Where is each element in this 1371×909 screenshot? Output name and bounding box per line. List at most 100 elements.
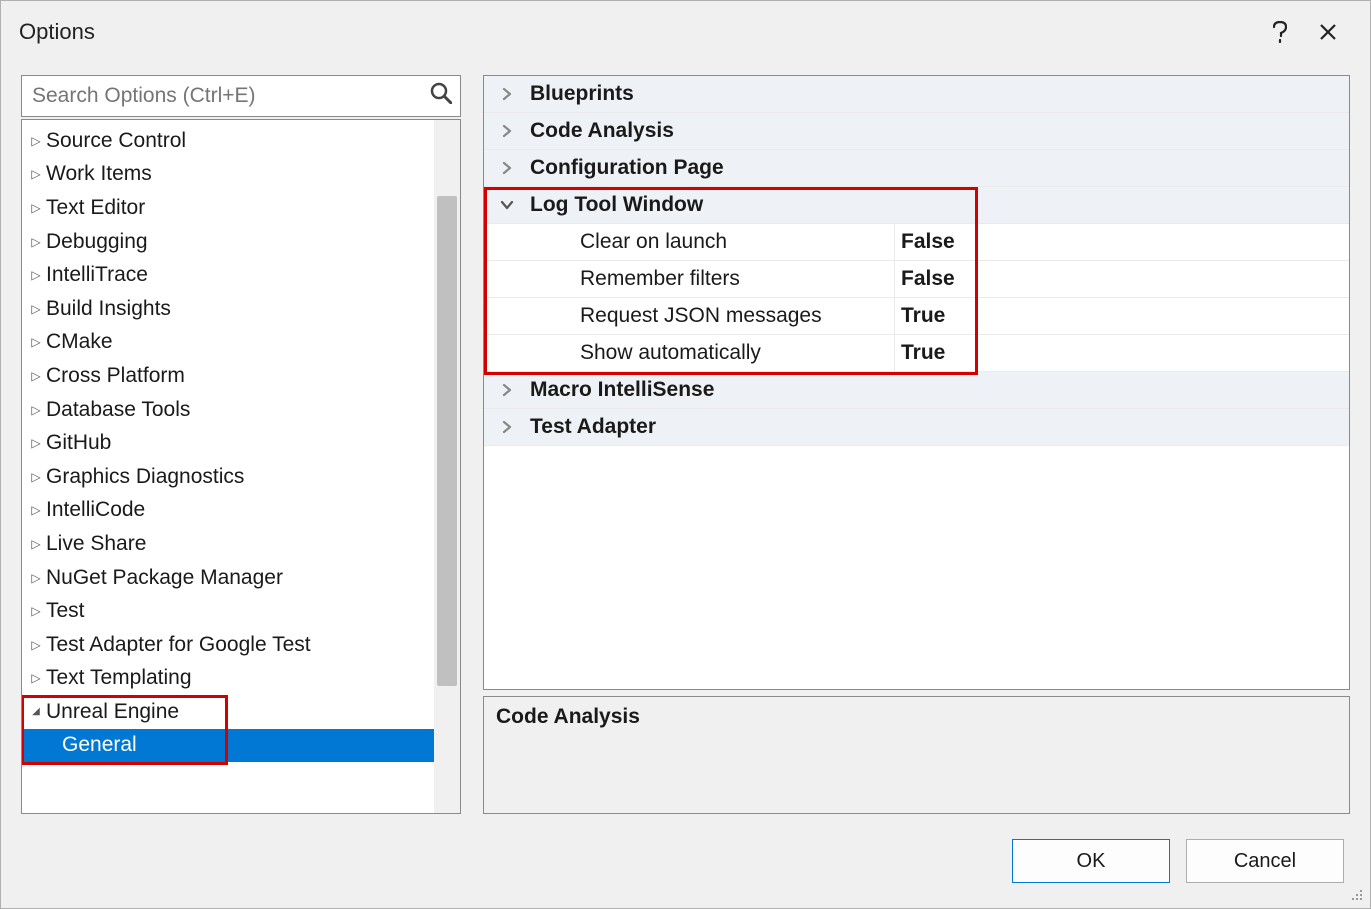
- tree-item[interactable]: ◢Unreal Engine: [22, 695, 460, 729]
- tree-item[interactable]: ▷Cross Platform: [22, 359, 460, 393]
- property-row[interactable]: Remember filtersFalse: [484, 261, 1349, 298]
- resize-grip[interactable]: [1350, 888, 1366, 904]
- property-category-label: Configuration Page: [530, 156, 1349, 180]
- caret-right-icon: ▷: [28, 201, 44, 215]
- tree-item[interactable]: ▷Test Adapter for Google Test: [22, 628, 460, 662]
- property-label: Remember filters: [530, 267, 894, 291]
- caret-right-icon: ▷: [28, 638, 44, 652]
- property-label: Request JSON messages: [530, 304, 894, 328]
- caret-right-icon: ▷: [28, 470, 44, 484]
- caret-right-icon: ▷: [28, 537, 44, 551]
- help-icon: [1273, 21, 1287, 43]
- property-category[interactable]: Macro IntelliSense: [484, 372, 1349, 409]
- caret-right-icon: ▷: [28, 671, 44, 685]
- caret-right-icon: ▷: [28, 335, 44, 349]
- tree-item[interactable]: General: [22, 729, 460, 763]
- tree-item[interactable]: ▷NuGet Package Manager: [22, 561, 460, 595]
- caret-right-icon: ▷: [28, 268, 44, 282]
- tree-item-label: GitHub: [46, 431, 111, 455]
- property-value[interactable]: True: [894, 335, 1349, 371]
- close-icon: [1319, 23, 1337, 41]
- tree-item[interactable]: ▷Database Tools: [22, 393, 460, 427]
- tree-item[interactable]: ▷Source Control: [22, 124, 460, 158]
- tree-item-label: NuGet Package Manager: [46, 566, 283, 590]
- tree-item-label: Build Insights: [46, 297, 171, 321]
- tree-item-label: IntelliCode: [46, 498, 145, 522]
- property-category-label: Blueprints: [530, 82, 1349, 106]
- caret-right-icon: ▷: [28, 403, 44, 417]
- chevron-down-icon: [484, 197, 530, 213]
- tree-item[interactable]: ▷IntelliCode: [22, 494, 460, 528]
- tree-item-label: Test Adapter for Google Test: [46, 633, 311, 657]
- property-grid: Blueprints Code Analysis Configuration Pag…: [483, 75, 1350, 690]
- property-category[interactable]: Test Adapter: [484, 409, 1349, 446]
- caret-right-icon: ▷: [28, 436, 44, 450]
- tree-item[interactable]: ▷Graphics Diagnostics: [22, 460, 460, 494]
- caret-right-icon: ▷: [28, 167, 44, 181]
- property-description: Code Analysis: [483, 696, 1350, 814]
- tree-item[interactable]: ▷Test: [22, 594, 460, 628]
- tree-item-label: CMake: [46, 330, 113, 354]
- tree-item[interactable]: ▷IntelliTrace: [22, 258, 460, 292]
- tree-item-label: General: [62, 733, 137, 757]
- chevron-right-icon: [484, 419, 530, 435]
- property-value[interactable]: False: [894, 261, 1349, 297]
- tree-item-label: Graphics Diagnostics: [46, 465, 244, 489]
- property-category-label: Code Analysis: [530, 119, 1349, 143]
- tree-scroll-thumb[interactable]: [437, 196, 457, 686]
- property-row[interactable]: Show automaticallyTrue: [484, 335, 1349, 372]
- caret-right-icon: ▷: [28, 134, 44, 148]
- tree-item-label: Work Items: [46, 162, 152, 186]
- tree-item[interactable]: ▷Text Templating: [22, 662, 460, 696]
- chevron-right-icon: [484, 123, 530, 139]
- cancel-label: Cancel: [1234, 850, 1296, 873]
- dialog-title: Options: [19, 19, 95, 45]
- close-button[interactable]: [1304, 12, 1352, 52]
- dialog-footer: OK Cancel: [1, 814, 1370, 908]
- tree-item-label: Live Share: [46, 532, 146, 556]
- search-input[interactable]: [32, 84, 430, 108]
- titlebar: Options: [1, 1, 1370, 63]
- caret-right-icon: ▷: [28, 369, 44, 383]
- caret-right-icon: ▷: [28, 302, 44, 316]
- search-box[interactable]: [21, 75, 461, 117]
- property-row[interactable]: Clear on launchFalse: [484, 224, 1349, 261]
- tree-item[interactable]: ▷Live Share: [22, 527, 460, 561]
- search-icon: [430, 82, 452, 110]
- tree-item-label: Source Control: [46, 129, 186, 153]
- tree-item[interactable]: ▷CMake: [22, 326, 460, 360]
- tree-item-label: Text Editor: [46, 196, 145, 220]
- tree-item[interactable]: ▷GitHub: [22, 426, 460, 460]
- property-category[interactable]: Log Tool Window: [484, 187, 1349, 224]
- right-panel: Blueprints Code Analysis Configuration Pag…: [483, 75, 1350, 814]
- property-row[interactable]: Request JSON messagesTrue: [484, 298, 1349, 335]
- property-category-label: Macro IntelliSense: [530, 378, 1349, 402]
- chevron-right-icon: [484, 86, 530, 102]
- content-area: ▷Source Control▷Work Items▷Text Editor▷D…: [1, 63, 1370, 814]
- caret-right-icon: ▷: [28, 604, 44, 618]
- tree-item[interactable]: ▷Build Insights: [22, 292, 460, 326]
- tree-scrollbar[interactable]: [434, 120, 460, 813]
- chevron-right-icon: [484, 160, 530, 176]
- tree-item-label: Database Tools: [46, 398, 190, 422]
- property-category-label: Test Adapter: [530, 415, 1349, 439]
- tree-item[interactable]: ▷Text Editor: [22, 191, 460, 225]
- help-button[interactable]: [1256, 12, 1304, 52]
- cancel-button[interactable]: Cancel: [1186, 839, 1344, 883]
- property-label: Clear on launch: [530, 230, 894, 254]
- property-category-label: Log Tool Window: [530, 193, 1349, 217]
- chevron-right-icon: [484, 382, 530, 398]
- tree-item-label: Debugging: [46, 230, 148, 254]
- tree-item-label: Unreal Engine: [46, 700, 179, 724]
- tree-item[interactable]: ▷Debugging: [22, 225, 460, 259]
- property-value[interactable]: True: [894, 298, 1349, 334]
- ok-button[interactable]: OK: [1012, 839, 1170, 883]
- tree-item[interactable]: ▷Work Items: [22, 158, 460, 192]
- property-value[interactable]: False: [894, 224, 1349, 260]
- tree-item-label: IntelliTrace: [46, 263, 148, 287]
- property-category[interactable]: Configuration Page: [484, 150, 1349, 187]
- caret-down-icon: ◢: [28, 706, 44, 717]
- tree-item-label: Cross Platform: [46, 364, 185, 388]
- property-category[interactable]: Code Analysis: [484, 113, 1349, 150]
- property-category[interactable]: Blueprints: [484, 76, 1349, 113]
